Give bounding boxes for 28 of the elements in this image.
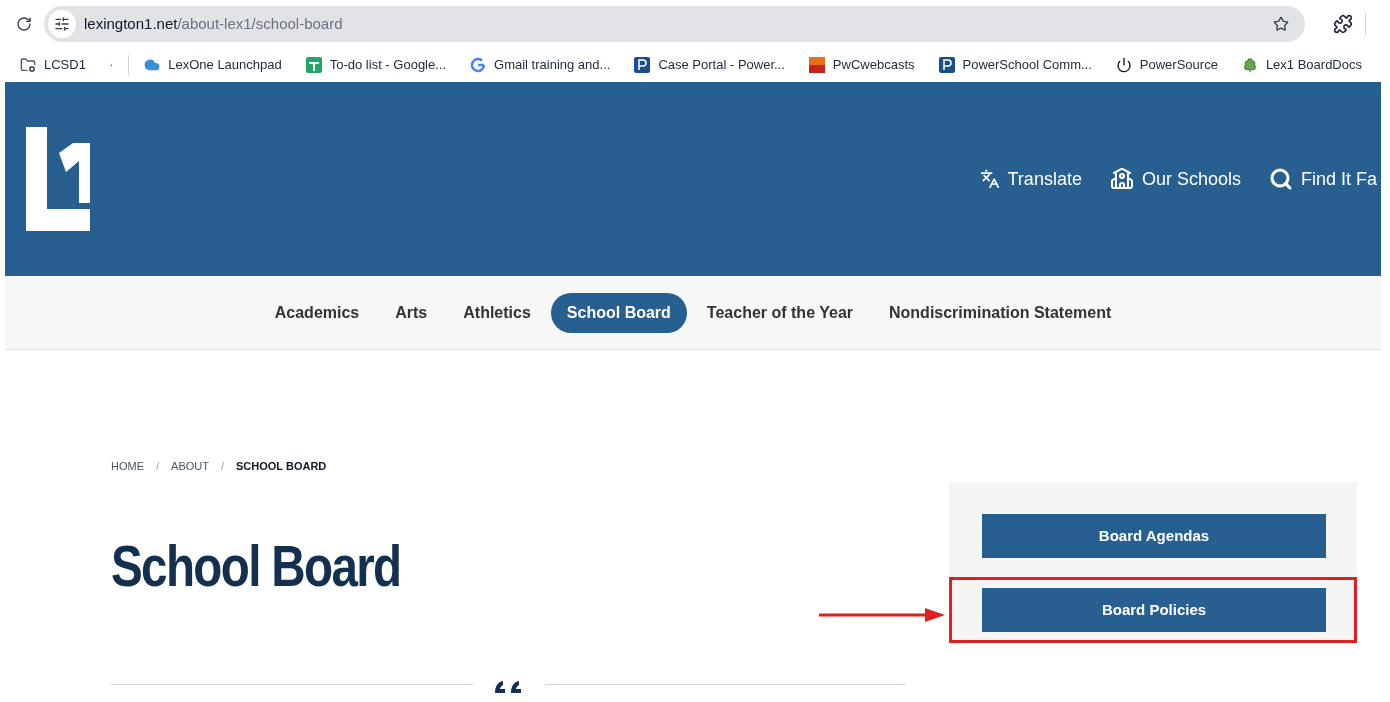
sidebar-button[interactable]: Board Policies <box>982 588 1326 632</box>
page-title: School Board <box>111 536 402 595</box>
header-link[interactable]: Translate <box>979 165 1082 193</box>
sidebar-button[interactable]: Board Agendas <box>982 514 1326 558</box>
nav-tab[interactable]: Arts <box>379 292 444 333</box>
bookmark-item[interactable]: To-do list - Google... <box>305 55 447 75</box>
header-link[interactable]: Find It Fa <box>1268 165 1377 193</box>
breadcrumb-separator: / <box>220 459 225 474</box>
bookmark-item[interactable]: LexOne Launchpad <box>144 55 282 75</box>
nav-tab[interactable]: Nondiscrimination Statement <box>873 292 1128 333</box>
bookmark-item[interactable]: PowerSchool Comm... <box>938 55 1092 75</box>
nav-tab[interactable]: Academics <box>258 292 376 333</box>
bookmark-item[interactable]: Lex1 BoardDocs <box>1241 55 1362 75</box>
breadcrumb-link[interactable]: ABOUT <box>171 458 209 475</box>
bookmark-item[interactable]: LCSD1 <box>20 55 86 75</box>
bookmark-item[interactable]: PwCwebcasts <box>808 55 915 75</box>
nav-tab[interactable]: Athletics <box>447 292 547 333</box>
url-text: lexington1.net/about-lex1/school-board <box>84 13 344 34</box>
bookmark-item[interactable]: PowerSource <box>1115 55 1218 75</box>
breadcrumb-separator: / <box>156 459 160 474</box>
bookmark-item[interactable]: Case Portal - Power... <box>634 55 785 75</box>
current-page-label: SCHOOL BOARD <box>236 459 327 474</box>
nav-tab[interactable]: School Board <box>550 292 687 333</box>
bookmark-item[interactable]: Gmail training and... <box>470 55 611 75</box>
breadcrumb-link[interactable]: HOME <box>111 458 144 475</box>
nav-tab[interactable]: Teacher of the Year <box>690 292 869 333</box>
header-link[interactable]: Our Schools <box>1109 165 1241 193</box>
address-bar[interactable]: lexington1.net/about-lex1/school-board <box>44 6 1305 42</box>
